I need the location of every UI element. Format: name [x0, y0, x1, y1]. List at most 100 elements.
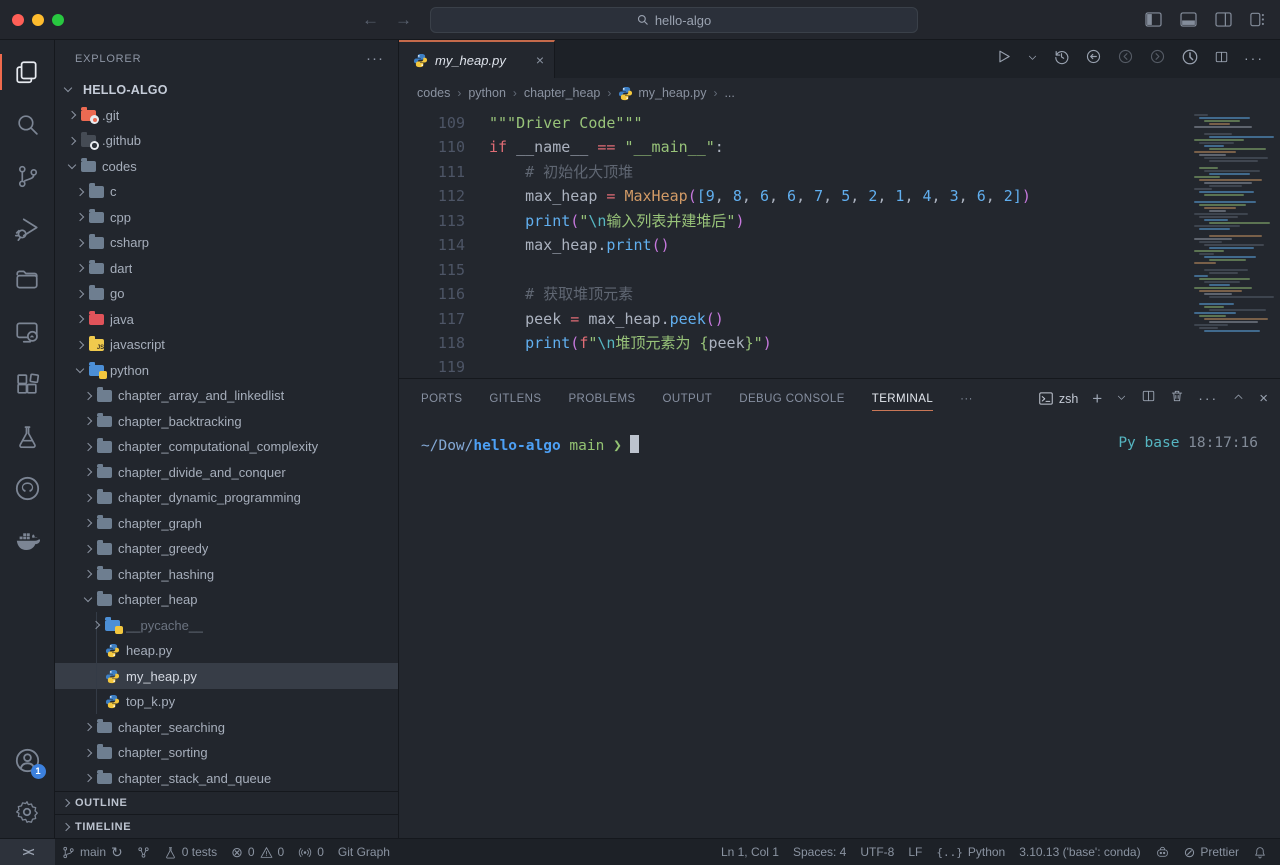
- activity-docker-icon[interactable]: [0, 514, 55, 566]
- run-button[interactable]: [995, 48, 1012, 70]
- tree-item-chapter-backtracking[interactable]: chapter_backtracking: [55, 408, 398, 434]
- cursor-position[interactable]: Ln 1, Col 1: [714, 839, 786, 865]
- tree-item--pycache-[interactable]: __pycache__: [55, 612, 398, 638]
- tree-item-chapter-heap[interactable]: chapter_heap: [55, 587, 398, 613]
- breadcrumb-my-heap-py[interactable]: my_heap.py: [618, 86, 706, 101]
- timeline-section[interactable]: TIMELINE: [55, 814, 398, 838]
- tree-item-dart[interactable]: dart: [55, 255, 398, 281]
- breadcrumb-codes[interactable]: codes: [417, 86, 450, 100]
- tests-status[interactable]: 0 tests: [157, 839, 224, 865]
- tree-item-chapter-computational-complexity[interactable]: chapter_computational_complexity: [55, 434, 398, 460]
- command-center-search[interactable]: hello-algo: [430, 7, 918, 33]
- zoom-button[interactable]: [52, 14, 64, 26]
- breadcrumb--[interactable]: ...: [724, 86, 734, 100]
- gitlens-file-annotations-icon[interactable]: [1181, 48, 1199, 71]
- source-control-graph[interactable]: [130, 839, 157, 865]
- toggle-sidebar-icon[interactable]: [1145, 12, 1162, 27]
- tab-close-icon[interactable]: ×: [536, 52, 544, 68]
- outline-section[interactable]: OUTLINE: [55, 791, 398, 815]
- tree-item-heap-py[interactable]: heap.py: [55, 638, 398, 664]
- tree-item-my-heap-py[interactable]: my_heap.py: [55, 663, 398, 689]
- breadcrumb-chapter-heap[interactable]: chapter_heap: [524, 86, 600, 100]
- activity-extensions-icon[interactable]: [0, 358, 55, 410]
- terminal-shell-select[interactable]: zsh: [1038, 391, 1078, 406]
- panel-tab-ports[interactable]: PORTS: [421, 379, 462, 418]
- explorer-more-actions-icon[interactable]: ···: [366, 50, 384, 67]
- tree-item-cpp[interactable]: cpp: [55, 204, 398, 230]
- terminal-dropdown-chevron[interactable]: [1116, 390, 1127, 408]
- language-mode[interactable]: {..}Python: [929, 839, 1012, 865]
- panel-tab-gitlens[interactable]: GITLENS: [489, 379, 541, 418]
- previous-change-icon[interactable]: [1117, 48, 1134, 70]
- tree-item-chapter-searching[interactable]: chapter_searching: [55, 714, 398, 740]
- remote-indicator[interactable]: ><: [0, 839, 55, 865]
- activity-explorer-icon[interactable]: [0, 46, 55, 98]
- panel-tab--[interactable]: ···: [960, 379, 973, 418]
- open-changes-icon[interactable]: [1085, 48, 1102, 70]
- indentation[interactable]: Spaces: 4: [786, 839, 853, 865]
- toggle-secondary-sidebar-icon[interactable]: [1215, 12, 1232, 27]
- activity-settings-icon[interactable]: [0, 786, 55, 838]
- tree-item-c[interactable]: c: [55, 179, 398, 205]
- tree-item--github[interactable]: .github: [55, 128, 398, 154]
- activity-source-control-icon[interactable]: [0, 150, 55, 202]
- tree-item-java[interactable]: java: [55, 306, 398, 332]
- maximize-panel-icon[interactable]: [1232, 390, 1245, 408]
- feedback-status[interactable]: 0: [291, 839, 331, 865]
- panel-tab-terminal[interactable]: TERMINAL: [872, 379, 933, 418]
- tree-item-chapter-greedy[interactable]: chapter_greedy: [55, 536, 398, 562]
- history-forward-icon[interactable]: →: [395, 10, 412, 30]
- tree-root-hello-algo[interactable]: HELLO-ALGO: [55, 77, 398, 102]
- activity-testing-icon[interactable]: [0, 410, 55, 462]
- tree-item-go[interactable]: go: [55, 281, 398, 307]
- minimize-button[interactable]: [32, 14, 44, 26]
- toggle-panel-icon[interactable]: [1180, 12, 1197, 27]
- activity-project-folder-icon[interactable]: [0, 254, 55, 306]
- kill-terminal-icon[interactable]: [1170, 389, 1184, 408]
- new-terminal-icon[interactable]: +: [1092, 389, 1102, 409]
- activity-run-debug-icon[interactable]: [0, 202, 55, 254]
- activity-search-icon[interactable]: [0, 98, 55, 150]
- python-interpreter[interactable]: 3.10.13 ('base': conda): [1012, 839, 1147, 865]
- tree-item-csharp[interactable]: csharp: [55, 230, 398, 256]
- code-editor[interactable]: 109110111112113114115116117118119 """Dri…: [399, 108, 1280, 378]
- panel-tab-problems[interactable]: PROBLEMS: [568, 379, 635, 418]
- panel-tab-output[interactable]: OUTPUT: [663, 379, 713, 418]
- panel-more-actions-icon[interactable]: ···: [1198, 390, 1218, 408]
- tree-item-javascript[interactable]: JSjavascript: [55, 332, 398, 358]
- close-panel-icon[interactable]: ×: [1259, 390, 1268, 408]
- tree-item-chapter-hashing[interactable]: chapter_hashing: [55, 561, 398, 587]
- file-history-icon[interactable]: [1053, 48, 1070, 70]
- activity-accounts-icon[interactable]: 1: [0, 734, 55, 786]
- breadcrumb-python[interactable]: python: [468, 86, 506, 100]
- copilot[interactable]: [1148, 839, 1177, 865]
- tree-item-codes[interactable]: codes: [55, 153, 398, 179]
- tree-item-chapter-divide-and-conquer[interactable]: chapter_divide_and_conquer: [55, 459, 398, 485]
- tab-my-heap-py[interactable]: my_heap.py ×: [399, 40, 555, 78]
- history-back-icon[interactable]: ←: [362, 10, 379, 30]
- tree-item-chapter-graph[interactable]: chapter_graph: [55, 510, 398, 536]
- encoding[interactable]: UTF-8: [853, 839, 901, 865]
- git-graph[interactable]: Git Graph: [331, 839, 397, 865]
- split-editor-icon[interactable]: [1214, 50, 1229, 69]
- eol[interactable]: LF: [901, 839, 929, 865]
- editor-more-actions-icon[interactable]: ···: [1244, 50, 1264, 68]
- tree-item-python[interactable]: python: [55, 357, 398, 383]
- tree-item--git[interactable]: .git: [55, 102, 398, 128]
- branch-status[interactable]: main↻: [55, 839, 130, 865]
- activity-github-icon[interactable]: [0, 462, 55, 514]
- tree-item-chapter-array-and-linkedlist[interactable]: chapter_array_and_linkedlist: [55, 383, 398, 409]
- problems-status[interactable]: ⊗00: [224, 839, 291, 865]
- tree-item-chapter-stack-and-queue[interactable]: chapter_stack_and_queue: [55, 765, 398, 791]
- customize-layout-icon[interactable]: [1250, 12, 1266, 27]
- tree-item-chapter-dynamic-programming[interactable]: chapter_dynamic_programming: [55, 485, 398, 511]
- split-terminal-icon[interactable]: [1141, 389, 1156, 408]
- activity-remote-explorer-icon[interactable]: [0, 306, 55, 358]
- next-change-icon[interactable]: [1149, 48, 1166, 70]
- notifications[interactable]: [1246, 839, 1274, 865]
- terminal[interactable]: ~/Dow/hello-algo main ❯ Py base 18:17:16: [399, 418, 1280, 838]
- tree-item-top-k-py[interactable]: top_k.py: [55, 689, 398, 715]
- prettier[interactable]: ⊘Prettier: [1177, 839, 1246, 865]
- minimap[interactable]: [1194, 114, 1272, 354]
- panel-tab-debug-console[interactable]: DEBUG CONSOLE: [739, 379, 845, 418]
